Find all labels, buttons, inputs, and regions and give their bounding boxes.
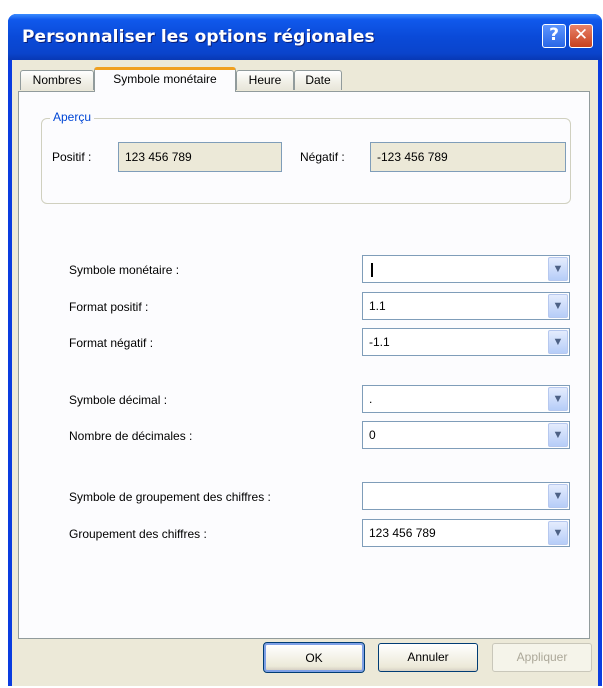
positive-format-combo[interactable]: 1.1 ▼ — [362, 292, 570, 320]
apply-button[interactable]: Appliquer — [492, 643, 592, 672]
digit-grouping-label: Groupement des chiffres : — [69, 527, 207, 541]
currency-symbol-label: Symbole monétaire : — [69, 263, 179, 277]
tab-date[interactable]: Date — [294, 70, 342, 90]
decimal-count-value: 0 — [369, 428, 376, 442]
positive-preview-value: 123 456 789 — [118, 142, 282, 172]
negative-format-combo[interactable]: -1.1 ▼ — [362, 328, 570, 356]
chevron-down-icon[interactable]: ▼ — [548, 423, 568, 447]
help-icon: ? — [549, 25, 559, 45]
preview-legend: Aperçu — [50, 110, 95, 124]
chevron-down-icon[interactable]: ▼ — [548, 330, 568, 354]
grouping-symbol-combo[interactable]: ▼ — [362, 482, 570, 510]
chevron-down-icon[interactable]: ▼ — [548, 257, 568, 281]
currency-symbol-label-text: Symbole monétaire : — [69, 263, 180, 277]
decimal-symbol-label: Symbole décimal : — [69, 393, 168, 407]
ok-button[interactable]: OK — [263, 642, 365, 673]
digit-grouping-value: 123 456 789 — [369, 526, 436, 540]
window-title: Personnaliser les options régionales — [22, 27, 375, 47]
tab-heure[interactable]: Heure — [236, 70, 294, 90]
negative-format-label: Format négatif : — [69, 336, 154, 350]
close-icon: ✕ — [573, 25, 589, 45]
chevron-down-icon[interactable]: ▼ — [548, 521, 568, 545]
positive-format-value: 1.1 — [369, 299, 386, 313]
digit-grouping-combo[interactable]: 123 456 789 ▼ — [362, 519, 570, 547]
positive-preview-label: Positif : — [52, 150, 92, 164]
negative-preview-value: -123 456 789 — [370, 142, 566, 172]
dialog-client: Nombres Symbole monétaire Heure Date Ape… — [12, 60, 598, 686]
tab-nombres[interactable]: Nombres — [20, 70, 94, 90]
chevron-down-icon[interactable]: ▼ — [548, 294, 568, 318]
tab-panel: Aperçu Positif : 123 456 789 Négatif : -… — [18, 91, 590, 639]
title-bar[interactable]: Personnaliser les options régionales ? ✕ — [8, 14, 602, 60]
preview-group: Aperçu Positif : 123 456 789 Négatif : -… — [41, 110, 571, 204]
dialog-window: Personnaliser les options régionales ? ✕… — [8, 14, 602, 686]
negative-format-value: -1.1 — [369, 335, 390, 349]
chevron-down-icon[interactable]: ▼ — [548, 387, 568, 411]
grouping-symbol-label: Symbole de groupement des chiffres : — [69, 490, 271, 504]
help-button[interactable]: ? — [542, 24, 566, 48]
close-button[interactable]: ✕ — [569, 24, 593, 48]
tab-symbole-monetaire[interactable]: Symbole monétaire — [94, 67, 236, 92]
positive-format-label: Format positif : — [69, 300, 149, 314]
chevron-down-icon[interactable]: ▼ — [548, 484, 568, 508]
decimal-count-label: Nombre de décimales : — [69, 429, 193, 443]
decimal-symbol-combo[interactable]: . ▼ — [362, 385, 570, 413]
text-caret — [371, 262, 373, 277]
decimal-symbol-value: . — [369, 392, 373, 406]
cancel-button[interactable]: Annuler — [378, 643, 478, 672]
currency-symbol-combo[interactable]: ▼ — [362, 255, 570, 283]
negative-preview-label: Négatif : — [300, 150, 345, 164]
decimal-count-combo[interactable]: 0 ▼ — [362, 421, 570, 449]
